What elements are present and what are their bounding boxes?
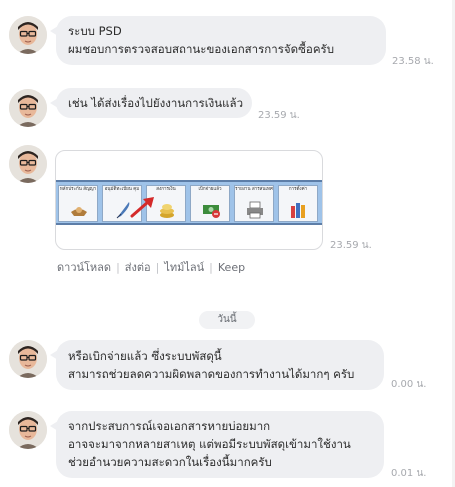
download-link[interactable]: ดาวน์โหลด [57,261,111,274]
message-text: ระบบ PSD [68,24,122,38]
avatar[interactable] [9,145,47,183]
toolbar-tile: หลักประกัน สัญญา [58,185,98,222]
message-text: อาจจะมาจากหลายสาเหตุ แต่พอมีระบบพัสดุเข้… [68,437,351,451]
user-avatar-icon [9,340,47,378]
toolbar-tile: การตั้งค่า [278,185,318,222]
tile-label: สงการเงิน [156,187,176,192]
image-message[interactable]: หลักประกัน สัญญา อนุมัติทะเบียน คุม สงกา… [55,150,323,250]
message-timestamp: 23.58 น. [392,56,434,67]
chat-thread: ระบบ PSD ผมชอบการตรวจสอบสถานะของเอกสารกา… [0,0,455,487]
user-avatar-icon [9,145,47,183]
message-text: เช่น ได้ส่งเรื่องไปยังงานการเงินแล้ว [68,96,244,110]
message-bubble[interactable]: จากประสบการณ์เจอเอกสารหายบ่อยมาก อาจจะมา… [50,411,384,478]
printer-icon [247,201,263,219]
user-avatar-icon [9,411,47,449]
message-text: สามารถช่วยลดความผิดพลาดของการทำงานได้มาก… [68,367,355,381]
avatar[interactable] [9,16,47,54]
avatar[interactable] [9,89,47,127]
message-bubble[interactable]: ระบบ PSD ผมชอบการตรวจสอบสถานะของเอกสารกา… [50,16,386,65]
tile-label: เบิกจ่ายแล้ว [198,187,222,192]
tile-label: รายงาน สารสนเทศ [235,187,273,192]
message-timestamp: 23.59 น. [258,110,300,121]
message-text: ช่วยอำนวยความสะดวกในเรื่องนี้มากครับ [68,455,272,469]
cash-icon [203,205,220,218]
user-avatar-icon [9,89,47,127]
user-avatar-icon [9,16,47,54]
tile-label: หลักประกัน สัญญา [59,187,97,192]
avatar[interactable] [9,411,47,449]
share-link[interactable]: ส่งต่อ [125,261,151,274]
toolbar-tile: เบิกจ่ายแล้ว [190,185,230,222]
books-icon [291,203,305,218]
timeline-link[interactable]: ไทม์ไลน์ [164,261,204,274]
action-separator: | [116,261,120,274]
message-timestamp: 23.59 น. [330,240,372,251]
date-divider: วันนี้ [199,311,255,329]
message-text: จากประสบการณ์เจอเอกสารหายบ่อยมาก [68,419,271,433]
tile-label: อนุมัติทะเบียน คุม [104,187,140,192]
avatar[interactable] [9,340,47,378]
keep-link[interactable]: Keep [218,261,245,274]
message-text: หรือเบิกจ่ายแล้ว ซึ่งระบบพัสดุนี้ [68,349,222,363]
action-separator: | [209,261,213,274]
message-bubble[interactable]: เช่น ได้ส่งเรื่องไปยังงานการเงินแล้ว [50,88,252,118]
message-timestamp: 0.01 น. [391,468,427,479]
image-actions: ดาวน์โหลด | ส่งต่อ | ไทม์ไลน์ | Keep [57,258,245,276]
screenshot-toolbar-strip: หลักประกัน สัญญา อนุมัติทะเบียน คุม สงกา… [56,180,322,225]
message-timestamp: 0.00 น. [391,379,427,390]
message-bubble[interactable]: หรือเบิกจ่ายแล้ว ซึ่งระบบพัสดุนี้ สามารถ… [50,340,384,390]
tile-label: การตั้งค่า [288,187,308,192]
money-icon [160,204,174,218]
contract-icon [71,207,87,216]
action-separator: | [155,261,160,274]
message-text: ผมชอบการตรวจสอบสถานะของเอกสารการจัดซื้อค… [68,42,334,56]
red-arrow-icon [130,197,154,218]
toolbar-tile: รายงาน สารสนเทศ [234,185,274,222]
